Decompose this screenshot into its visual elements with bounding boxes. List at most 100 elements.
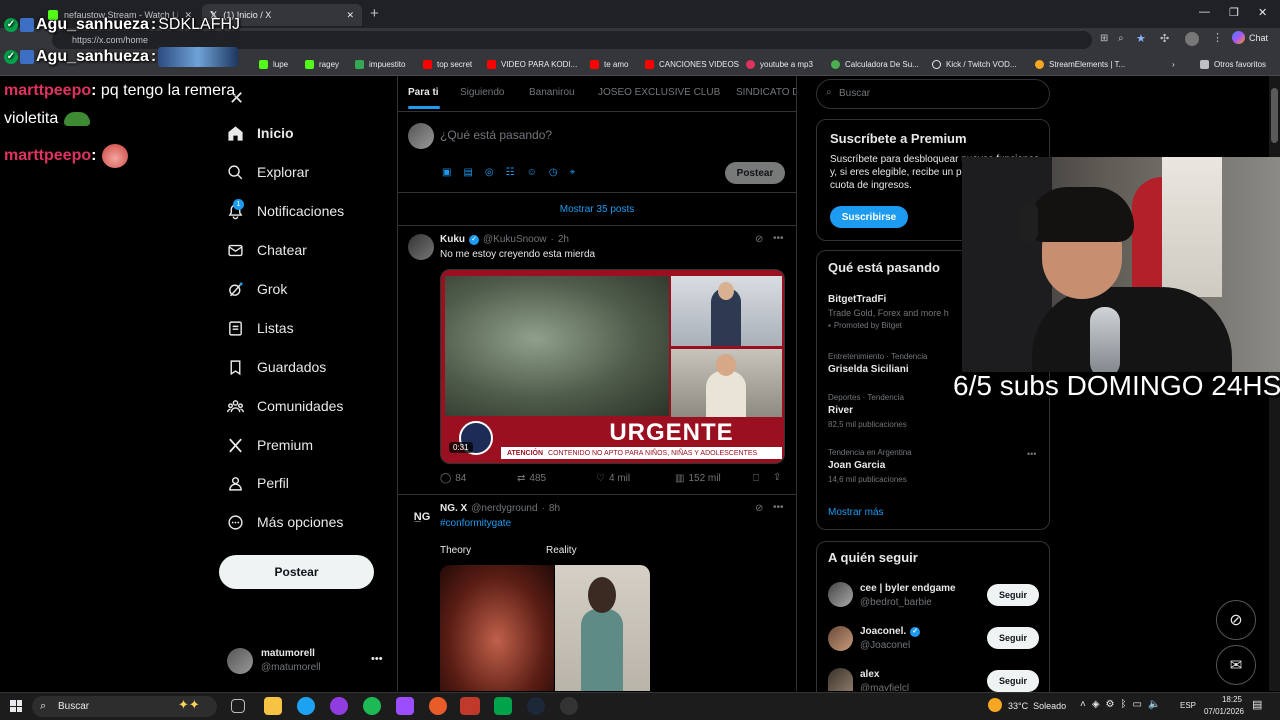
bookmark[interactable]: impuestito	[355, 56, 405, 72]
app-icon[interactable]	[429, 697, 447, 715]
clock-time[interactable]: 18:25	[1206, 695, 1242, 704]
clock-date[interactable]: 07/01/2026	[1198, 707, 1244, 716]
bookmark[interactable]: top secret	[423, 56, 472, 72]
sidebar-item-chat[interactable]: Chatear	[227, 235, 307, 265]
show-more-posts[interactable]: Mostrar 35 posts	[398, 193, 796, 225]
close-window-icon[interactable]: ✕	[1258, 6, 1267, 19]
input-language[interactable]: ESP	[1180, 701, 1196, 710]
more-dots-icon[interactable]: •••	[1027, 449, 1036, 459]
composer-post-button[interactable]: Postear	[725, 162, 785, 184]
app-icon[interactable]	[330, 697, 348, 715]
repost-button[interactable]: ⇄ 485	[517, 473, 546, 484]
subscribe-button[interactable]: Suscribirse	[830, 206, 908, 228]
post-button[interactable]: Postear	[219, 555, 374, 589]
notifications-icon[interactable]: ▤	[1252, 698, 1262, 711]
windows-start-icon[interactable]	[10, 700, 22, 712]
post-image[interactable]	[440, 565, 650, 691]
show-more-trends[interactable]: Mostrar más	[828, 507, 884, 518]
post-time[interactable]: 2h	[558, 234, 569, 245]
poll-icon[interactable]: ☷	[506, 167, 515, 178]
weather-sun-icon[interactable]	[988, 698, 1002, 712]
menu-icon[interactable]: ⋮	[1212, 31, 1223, 44]
tab-following[interactable]: Siguiendo	[460, 87, 504, 98]
post-author[interactable]: Kuku	[440, 234, 465, 245]
network-icon[interactable]: ▭	[1133, 699, 1142, 710]
close-icon[interactable]: ✕	[346, 10, 354, 21]
trend-item[interactable]: Tendencia en Argentina Joan Garcia 14,6 …	[828, 448, 1042, 488]
restore-icon[interactable]: ❐	[1229, 6, 1239, 19]
bookmark[interactable]: ragey	[305, 56, 339, 72]
views-button[interactable]: ▥ 152 mil	[675, 473, 721, 484]
schedule-icon[interactable]: ◷	[549, 167, 558, 178]
location-icon[interactable]: ⌖	[570, 167, 576, 178]
bookmark[interactable]: CANCIONES VIDEOS	[645, 56, 739, 72]
bookmark[interactable]: StreamElements | T...	[1035, 56, 1125, 72]
sidebar-item-premium[interactable]: Premium	[227, 430, 313, 460]
extensions-icon[interactable]: ✣	[1160, 32, 1169, 45]
task-view-icon[interactable]	[231, 699, 245, 713]
post-author[interactable]: NG. X	[440, 503, 467, 514]
chevron-up-icon[interactable]: ˄	[1080, 699, 1086, 710]
zoom-icon[interactable]: ⌕	[1118, 33, 1124, 44]
tray-app-icon[interactable]: ⚙	[1106, 699, 1115, 710]
tray-app-icon[interactable]: ◈	[1092, 699, 1100, 710]
bookmark[interactable]: Kick / Twitch VOD...	[932, 56, 1017, 72]
steam-icon[interactable]	[527, 697, 545, 715]
avatar[interactable]	[828, 582, 853, 607]
ng-logo-avatar[interactable]: N̲G	[410, 505, 434, 529]
avatar[interactable]	[828, 626, 853, 651]
install-icon[interactable]: ⊞	[1100, 33, 1108, 44]
sidebar-item-grok[interactable]: Grok	[227, 274, 287, 304]
sidebar-item-lists[interactable]: Listas	[227, 313, 294, 343]
app-icon[interactable]	[396, 697, 414, 715]
new-tab-icon[interactable]: +	[370, 5, 379, 22]
more-dots-icon[interactable]: •••	[371, 653, 383, 665]
follow-button[interactable]: Seguir	[987, 627, 1039, 649]
avatar[interactable]	[828, 668, 853, 691]
follow-name[interactable]: cee | byler endgame	[860, 583, 956, 594]
sidebar-item-more[interactable]: Más opciones	[227, 507, 343, 537]
image-icon[interactable]: ▣	[442, 167, 451, 178]
messages-float-button[interactable]: ✉	[1216, 645, 1256, 685]
sidebar-item-notifications[interactable]: 1 Notificaciones	[227, 196, 344, 226]
more-dots-icon[interactable]: •••	[773, 502, 784, 513]
follow-button[interactable]: Seguir	[987, 584, 1039, 606]
bookmark[interactable]: te amo	[590, 56, 628, 72]
bookmark[interactable]: VIDEO PARA KODI...	[487, 56, 577, 72]
bookmark[interactable]: Calculadora De Su...	[831, 56, 919, 72]
gif-icon[interactable]: ▤	[463, 167, 472, 178]
reply-button[interactable]: ◯ 84	[440, 473, 466, 484]
sidebar-item-bookmarks[interactable]: Guardados	[227, 352, 326, 382]
chevron-right-icon[interactable]: ›	[1172, 56, 1175, 72]
avatar[interactable]	[408, 234, 434, 260]
bookmark-icon[interactable]: ⎕	[753, 473, 759, 484]
grok-icon[interactable]: ◎	[485, 167, 494, 178]
scrollbar-thumb[interactable]	[1271, 88, 1278, 143]
bookmark[interactable]: lupe	[259, 56, 288, 72]
hashtag-link[interactable]: #conformitygate	[440, 518, 511, 529]
like-button[interactable]: ♡ 4 mil	[596, 473, 630, 484]
composer-input[interactable]: ¿Qué está pasando?	[440, 128, 740, 144]
grok-icon[interactable]: ⊘	[755, 503, 763, 514]
grok-float-button[interactable]: ⊘	[1216, 600, 1256, 640]
file-explorer-icon[interactable]	[264, 697, 282, 715]
follow-button[interactable]: Seguir	[987, 670, 1039, 692]
edge-browser-icon[interactable]	[297, 697, 315, 715]
share-icon[interactable]: ⇪	[773, 472, 781, 483]
bookmark[interactable]: youtube a mp3	[746, 56, 813, 72]
spotify-icon[interactable]	[363, 697, 381, 715]
sidebar-item-communities[interactable]: Comunidades	[227, 391, 343, 421]
follow-name-row[interactable]: Joaconel. ✓	[860, 626, 921, 637]
video-app-icon[interactable]	[460, 697, 480, 715]
obs-icon[interactable]	[560, 697, 578, 715]
grok-icon[interactable]: ⊘	[755, 234, 763, 245]
volume-icon[interactable]: 🔈	[1148, 699, 1160, 710]
post-time[interactable]: 8h	[549, 503, 560, 514]
emoji-icon[interactable]: ☺	[527, 167, 537, 178]
tab-list[interactable]: Bananirou	[529, 87, 575, 98]
minimize-icon[interactable]: —	[1199, 6, 1210, 18]
tab-list[interactable]: JOSEO EXCLUSIVE CLUB	[598, 87, 720, 98]
sidebar-item-profile[interactable]: Perfil	[227, 468, 289, 498]
more-dots-icon[interactable]: •••	[773, 233, 784, 244]
copilot-chat-button[interactable]: Chat	[1232, 31, 1268, 44]
